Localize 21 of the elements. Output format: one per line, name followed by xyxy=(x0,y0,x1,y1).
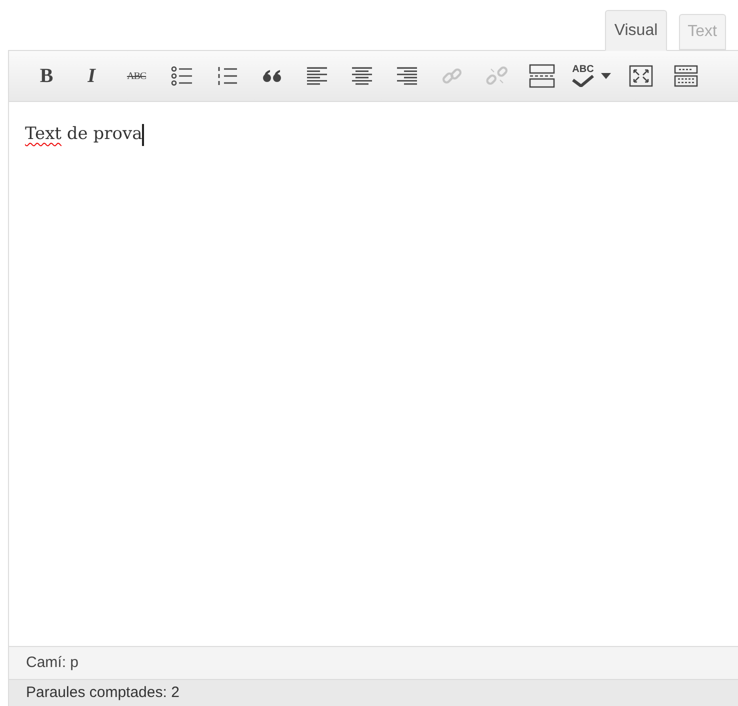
numbered-list-icon xyxy=(216,65,238,87)
quote-icon xyxy=(262,69,282,83)
unlink-icon xyxy=(486,65,508,87)
align-right-icon xyxy=(396,66,416,86)
align-left-icon xyxy=(306,66,326,86)
spellcheck-button[interactable]: ABC xyxy=(571,60,611,92)
word-count: Paraules comptades: 2 xyxy=(26,682,180,703)
caret-icon xyxy=(601,73,611,79)
bullet-list-icon xyxy=(170,65,192,87)
checkmark-icon xyxy=(571,75,595,87)
page-break-icon xyxy=(528,64,554,88)
keyboard-icon xyxy=(674,65,698,87)
element-path: Camí: p xyxy=(26,652,79,673)
editor-tab[interactable]: Visual xyxy=(605,10,667,51)
editor-text: Text de prova xyxy=(25,123,142,146)
italic-button[interactable]: I xyxy=(76,60,107,92)
text-cursor xyxy=(142,124,144,146)
bold-button[interactable]: B xyxy=(31,60,62,92)
fullscreen-icon xyxy=(628,65,652,87)
align-center-icon xyxy=(352,66,372,86)
strikethrough-button[interactable]: ABC xyxy=(121,60,152,92)
